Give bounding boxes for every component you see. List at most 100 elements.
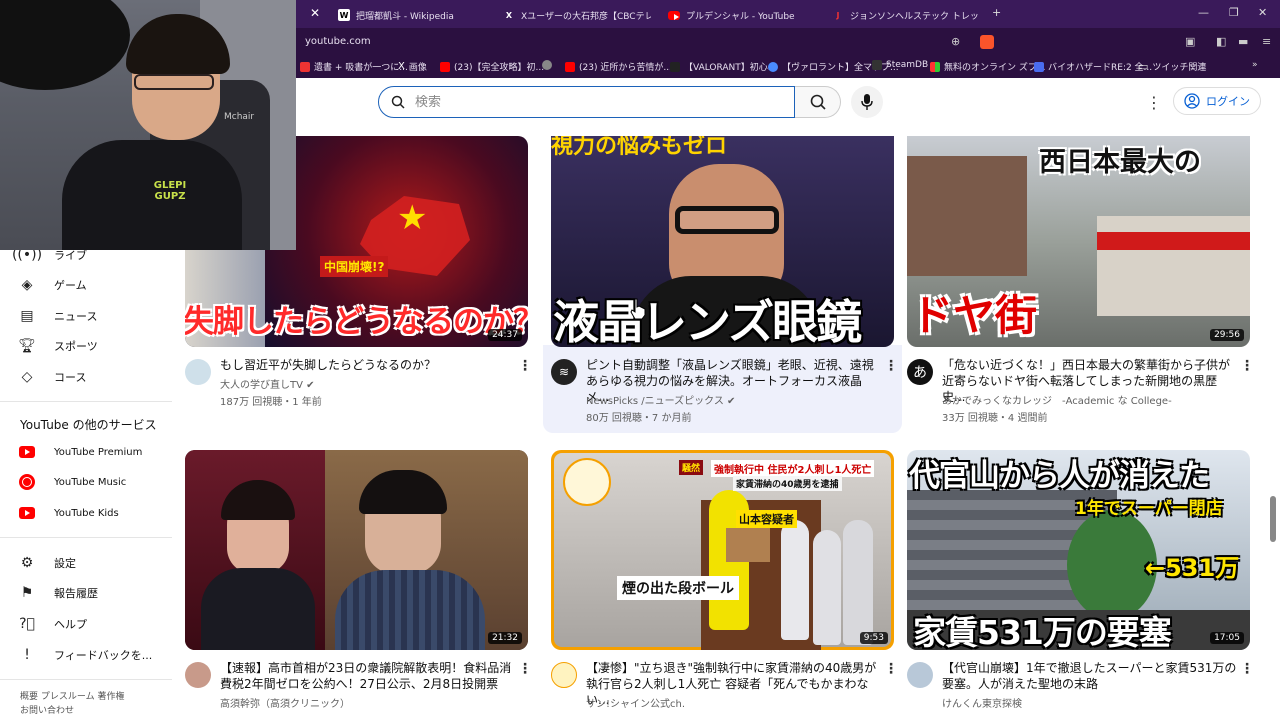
video-menu-icon[interactable]: ⋮ [518, 661, 532, 677]
bookmark-folder[interactable]: ▭ ツイッチ関連 [1138, 60, 1206, 73]
video-thumbnail[interactable]: 視力の悩みもゼロ 液晶レンズ眼鏡 [551, 136, 894, 347]
channel-name[interactable]: サン!シャイン公式ch. [586, 695, 685, 710]
video-thumbnail[interactable]: 21:32 [185, 450, 528, 650]
sidebar-item-youtube-music[interactable]: YouTube Music [18, 473, 126, 491]
minimize-icon[interactable]: — [1198, 6, 1209, 19]
verified-badge-icon: ✔ [306, 380, 315, 391]
new-tab-icon[interactable]: + [992, 6, 1001, 19]
voice-search-button[interactable] [851, 86, 883, 118]
search-input[interactable] [415, 94, 775, 110]
globe-icon [542, 60, 552, 70]
video-thumbnail[interactable]: 西日本最大の ドヤ街 29:56 [907, 136, 1250, 347]
sidebar-item-label: ニュース [54, 310, 98, 323]
youtube-icon [440, 61, 450, 72]
channel-name[interactable]: 大人の学び直しTV ✔ [220, 376, 315, 391]
tab-wikipedia[interactable]: W 把瑠都凱斗 - Wikipedia [338, 4, 488, 26]
close-window-icon[interactable]: ✕ [1258, 6, 1267, 19]
channel-name[interactable]: あかでみっくなカレッジ -Academic な College- [942, 392, 1172, 407]
video-title[interactable]: もし習近平が失脚したらどうなるのか？ [220, 357, 515, 373]
search-icon [810, 94, 826, 110]
bookmark-item[interactable]: バイオハザードRE:2 全... [1034, 60, 1152, 73]
sidebar-divider [0, 679, 172, 680]
screen: ✕ W 把瑠都凱斗 - Wikipedia X Xユーザーの大石邦彦【CBCテレ… [0, 0, 1280, 720]
video-menu-icon[interactable]: ⋮ [884, 661, 898, 677]
bookmark-item[interactable]: 【VALORANT】初心... [670, 60, 776, 73]
thumbnail-caption: 西日本最大の [1039, 147, 1201, 178]
bookmark-item[interactable]: (23)【完全攻略】初... [440, 60, 544, 73]
video-title[interactable]: 【代官山崩壊】1年で撤退したスーパーと家賃531万の要塞。人が消えた聖地の末路 [942, 660, 1237, 692]
sidebar-item-label: スポーツ [54, 340, 98, 353]
bookmark-label: 無料のオンライン ズプ... [944, 63, 1046, 73]
scrollbar-thumb[interactable] [1270, 496, 1276, 542]
shirt-print-text: GLEPI GUPZ [153, 180, 187, 202]
bookmark-item[interactable]: X 画像 [398, 60, 427, 73]
bookmark-label: バイオハザードRE:2 全... [1048, 63, 1153, 73]
login-button[interactable]: ログイン [1173, 87, 1261, 115]
channel-name-text: 大人の学び直しTV [220, 380, 303, 391]
sidebar-item-news[interactable]: ▤ ニュース [18, 307, 97, 325]
search-button[interactable] [795, 86, 841, 118]
sidebar-item-courses[interactable]: ◇ コース [18, 368, 87, 386]
channel-name[interactable]: 高須幹弥（高須クリニック） [220, 695, 350, 710]
help-icon: ?⃝ [19, 616, 35, 632]
bookmark-item[interactable]: (23) 近所から苦情が... [565, 60, 672, 73]
more-bookmarks-icon[interactable]: » [1252, 60, 1258, 70]
sidebar-item-youtube-kids[interactable]: YouTube Kids [18, 504, 119, 522]
extensions-icon[interactable]: ▣ [1185, 35, 1195, 48]
youtube-kids-icon [18, 504, 36, 522]
wallet-icon[interactable]: ▬ [1238, 35, 1248, 48]
tab-x-post[interactable]: X Xユーザーの大石邦彦【CBCテレビ解説員... [503, 4, 651, 26]
newspicks-logo-icon[interactable]: ≋ [551, 359, 577, 385]
sidebar-item-settings[interactable]: ⚙ 設定 [18, 554, 76, 572]
sidebar-item-sports[interactable]: 🏆︎ スポーツ [18, 337, 98, 355]
thumbnail-headline: 液晶レンズ眼鏡 [553, 295, 862, 347]
video-duration: 24:37 [488, 329, 522, 341]
video-title[interactable]: 【速報】高市首相が23日の衆議院解散表明！食料品消費税2年間ゼロを公約へ！27日… [220, 660, 515, 692]
search-icon [391, 95, 405, 109]
menu-icon[interactable]: ≡ [1262, 35, 1271, 48]
sidebar-item-label: ゲーム [54, 279, 87, 292]
microphone-icon [861, 94, 873, 110]
bookmark-item[interactable] [542, 60, 556, 70]
sidebar-toggle-icon[interactable]: ◧ [1216, 35, 1226, 48]
channel-avatar[interactable] [185, 359, 211, 385]
channel-name[interactable]: NewsPicks /ニューズピックス ✔ [586, 392, 735, 407]
sidebar-item-feedback[interactable]: ! フィードバックを... [18, 646, 152, 664]
microphone-foam-icon [0, 0, 130, 90]
bookmark-item[interactable]: SteamDB [872, 60, 928, 70]
tab-treadmill[interactable]: J ジョンソンヘルステック トレッドミル 業務用... [832, 4, 981, 26]
video-thumbnail[interactable]: 騒然 強制執行中 住民が2人刺し1人死亡 家賃滞納の40歳男を逮捕 山本容疑者 … [551, 450, 894, 650]
steam-icon [872, 60, 882, 70]
video-menu-icon[interactable]: ⋮ [884, 358, 898, 374]
login-label: ログイン [1206, 95, 1250, 108]
channel-avatar[interactable] [551, 662, 577, 688]
channel-avatar[interactable]: あ [907, 359, 933, 385]
sidebar-item-label: ヘルプ [54, 618, 87, 631]
bookmark-item[interactable]: 無料のオンライン ズプ... [930, 60, 1045, 73]
channel-avatar[interactable] [185, 662, 211, 688]
sidebar-item-help[interactable]: ?⃝ ヘルプ [18, 615, 87, 633]
sidebar-item-youtube-premium[interactable]: YouTube Premium [18, 443, 142, 461]
brave-shield-icon[interactable] [980, 35, 994, 49]
sidebar-footer-links[interactable]: 概要 プレスルーム 著作権 お問い合わせ [20, 690, 124, 718]
sidebar-item-label: コース [54, 371, 87, 384]
tab-youtube[interactable]: プルデンシャル - YouTube [668, 4, 816, 26]
sidebar-heading-other-services: YouTube の他のサービス [20, 418, 157, 432]
video-duration: 9:53 [859, 632, 888, 644]
bookmark-item[interactable]: 遺書 + 吸書が一つに... [300, 60, 408, 73]
video-menu-icon[interactable]: ⋮ [1240, 358, 1254, 374]
zoom-icon[interactable]: ⊕ [951, 35, 960, 48]
channel-name[interactable]: けんくん東京探検 [942, 695, 1022, 710]
video-thumbnail[interactable]: 代官山から人が消えた 1年でスーパー閉店 ←531万 家賃531万の要塞 17:… [907, 450, 1250, 650]
sidebar-item-report-history[interactable]: ⚑ 報告履歴 [18, 584, 98, 602]
channel-avatar[interactable] [907, 662, 933, 688]
url-field[interactable]: youtube.com [305, 36, 371, 47]
video-menu-icon[interactable]: ⋮ [1240, 661, 1254, 677]
close-tab-icon[interactable]: ✕ [310, 6, 320, 20]
video-menu-icon[interactable]: ⋮ [518, 358, 532, 374]
sidebar-item-gaming[interactable]: ◈ ゲーム [18, 276, 87, 294]
sidebar-item-label: フィードバックを... [54, 649, 153, 662]
youtube-icon [565, 61, 575, 72]
settings-menu-icon[interactable]: ⋮ [1146, 93, 1162, 112]
maximize-icon[interactable]: ❐ [1229, 6, 1239, 19]
